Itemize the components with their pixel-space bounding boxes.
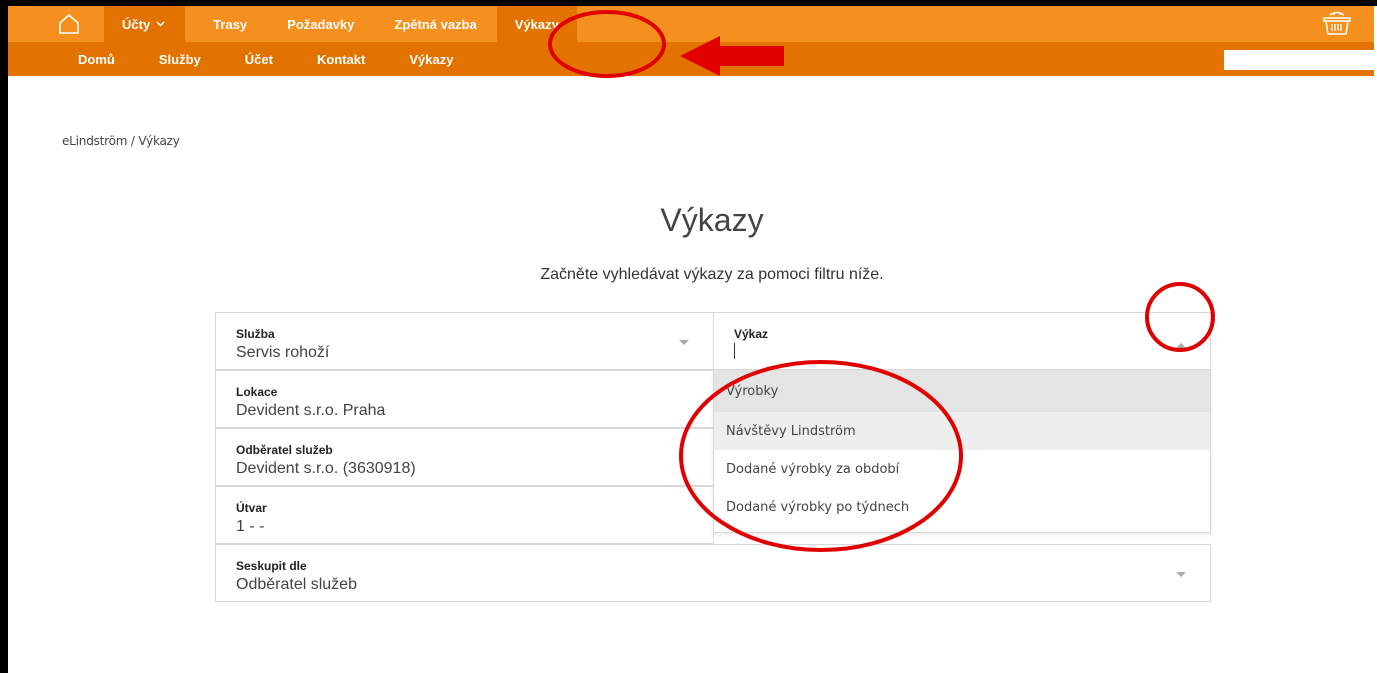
field-value: Devident s.r.o. Praha — [236, 402, 386, 419]
dropdown-option[interactable]: Návštěvy Lindström — [714, 412, 1210, 450]
chevron-down-icon — [156, 21, 165, 27]
caret-down-icon — [1176, 572, 1186, 577]
nav-item-trasy[interactable]: Trasy — [207, 6, 253, 42]
subnav-item-domu[interactable]: Domů — [78, 52, 115, 67]
field-label: Seskupit dle — [236, 559, 307, 573]
field-value: Devident s.r.o. (3630918) — [236, 460, 416, 477]
caret-down-icon — [679, 340, 689, 345]
subnav-item-vykazy[interactable]: Výkazy — [409, 52, 453, 67]
subnav-item-kontakt[interactable]: Kontakt — [317, 52, 365, 67]
nav-item-pozadavky[interactable]: Požadavky — [281, 6, 360, 42]
top-navigation: Účty Trasy Požadavky Zpětná vazba Výkazy — [8, 6, 1374, 42]
field-value: Odběratel služeb — [236, 576, 357, 593]
field-label: Lokace — [236, 385, 278, 399]
nav-item-zpetna-vazba[interactable]: Zpětná vazba — [388, 6, 482, 42]
text-cursor — [734, 343, 735, 359]
page-title: Výkazy — [660, 202, 764, 238]
breadcrumb: eLindström / Výkazy — [62, 134, 180, 148]
subnav-item-sluzby[interactable]: Služby — [159, 52, 201, 67]
caret-up-icon — [1176, 343, 1186, 348]
nav-item-vykazy[interactable]: Výkazy — [496, 6, 577, 42]
dropdown-option[interactable]: Výrobky — [714, 370, 1210, 412]
sluzba-select[interactable]: Služba Servis rohoží — [215, 312, 714, 370]
field-label: Odběratel služeb — [236, 443, 333, 457]
dropdown-option[interactable]: Dodané výrobky za období — [714, 450, 1210, 488]
field-label: Služba — [236, 327, 275, 341]
dropdown-option[interactable]: Dodané výrobky po týdnech — [714, 488, 1210, 526]
home-icon[interactable] — [58, 13, 80, 35]
odberatel-select[interactable]: Odběratel služeb Devident s.r.o. (363091… — [215, 428, 714, 486]
nav-item-ucty[interactable]: Účty — [104, 6, 186, 42]
nav-item-label: Účty — [122, 16, 151, 32]
lokace-select[interactable]: Lokace Devident s.r.o. Praha — [215, 370, 714, 428]
vykaz-select[interactable]: Výkaz — [713, 312, 1211, 370]
sub-navigation: Domů Služby Účet Kontakt Výkazy — [8, 42, 1374, 76]
search-input[interactable] — [1224, 50, 1374, 70]
seskupit-select[interactable]: Seskupit dle Odběratel služeb — [215, 544, 1211, 602]
field-value: Servis rohoží — [236, 344, 330, 361]
subnav-item-ucet[interactable]: Účet — [245, 52, 273, 67]
basket-icon[interactable] — [1322, 11, 1352, 37]
field-value: 1 - - — [236, 518, 265, 535]
screenshot-frame-left — [0, 0, 8, 673]
page-subtitle: Začněte vyhledávat výkazy za pomoci filt… — [540, 266, 884, 283]
field-label: Útvar — [236, 501, 267, 515]
field-label: Výkaz — [734, 327, 769, 341]
utvar-select[interactable]: Útvar 1 - - — [215, 486, 714, 544]
vykaz-dropdown-menu: Výrobky Návštěvy Lindström Dodané výrobk… — [713, 369, 1211, 533]
